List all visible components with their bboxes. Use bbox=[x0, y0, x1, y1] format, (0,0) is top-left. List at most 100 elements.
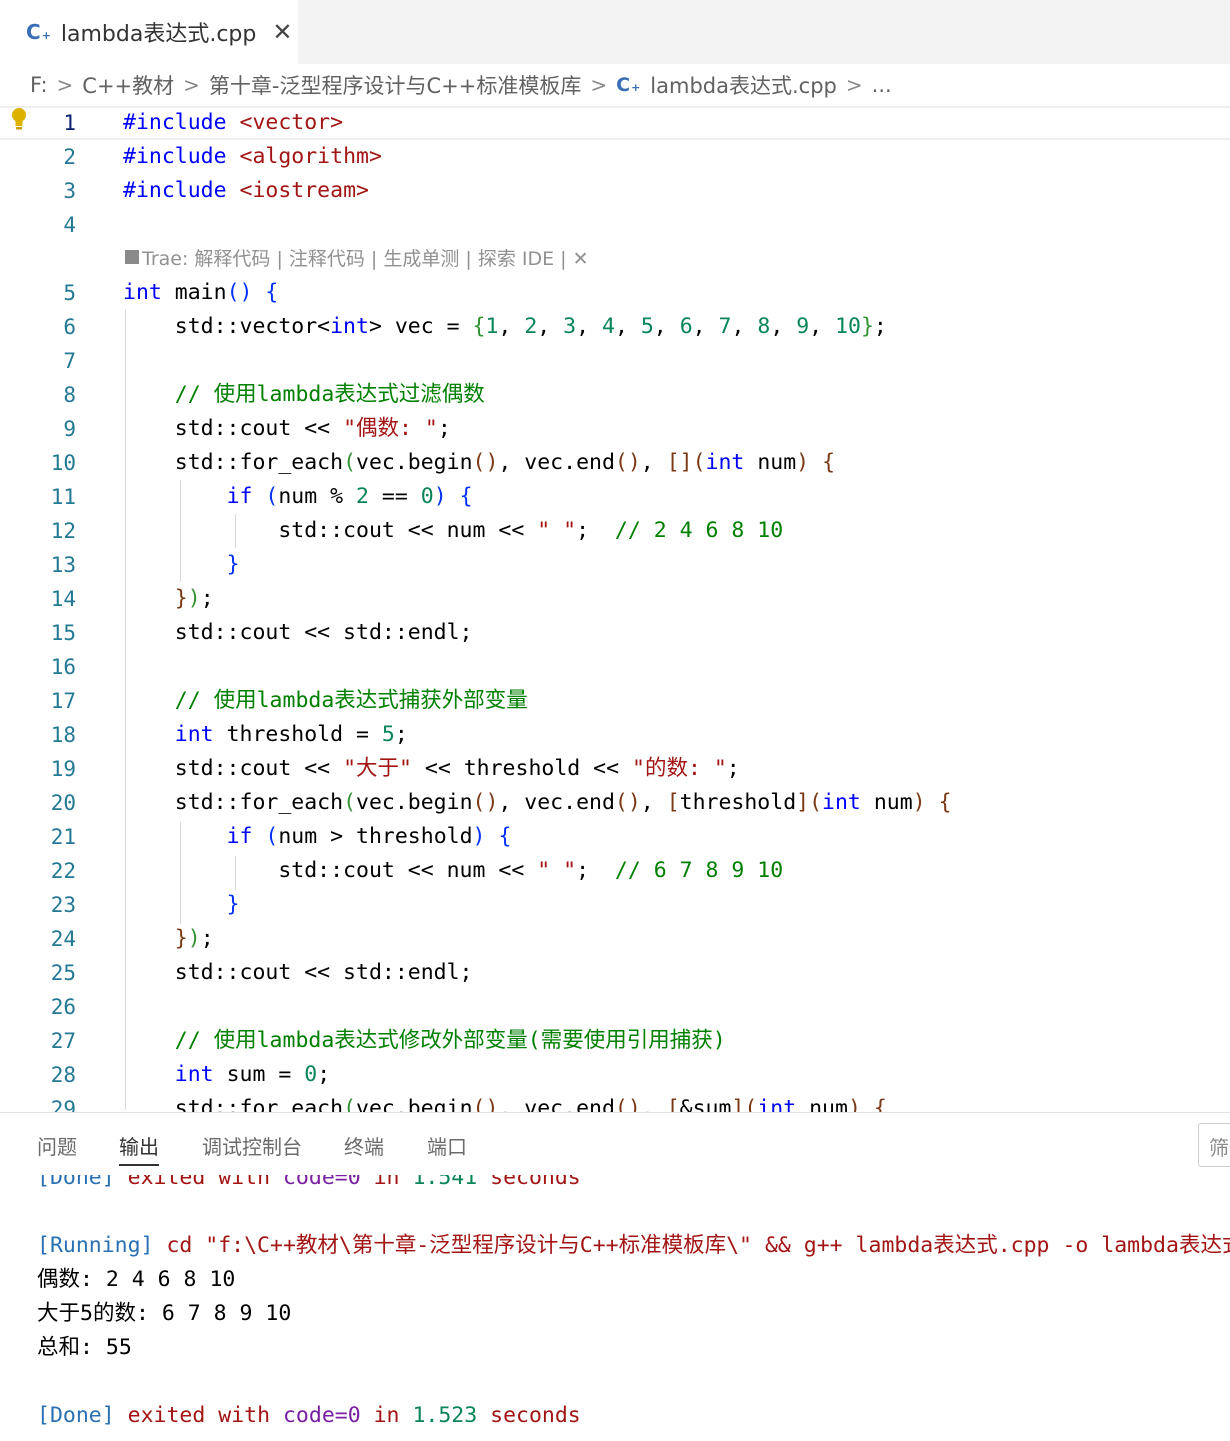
code-token: , bbox=[576, 314, 602, 339]
editor-tab-lambda-cpp[interactable]: C + lambda表达式.cpp ✕ bbox=[0, 0, 298, 64]
code-line[interactable]: 10 std::for_each(vec.begin(), vec.end(),… bbox=[0, 446, 1230, 480]
trae-codelens[interactable]: Trae: 解释代码 | 注释代码 | 生成单测 | 探索 IDE | ✕ bbox=[125, 242, 589, 272]
breadcrumb-item-folder[interactable]: C++教材 bbox=[82, 70, 174, 100]
code-token: , bbox=[640, 450, 667, 475]
tab-terminal[interactable]: 终端 bbox=[344, 1131, 384, 1160]
code-line[interactable]: 14 }); bbox=[0, 582, 1230, 616]
code-text[interactable]: std::cout << "偶数: "; bbox=[123, 412, 451, 446]
code-text[interactable]: std::cout << "大于" << threshold << "的数: "… bbox=[123, 752, 740, 786]
output-filter-input[interactable]: 筛 bbox=[1198, 1123, 1230, 1167]
code-token: int bbox=[174, 722, 214, 747]
code-line[interactable]: 29 std::for_each(vec.begin(), vec.end(),… bbox=[0, 1092, 1230, 1112]
code-text[interactable]: if (num % 2 == 0) { bbox=[123, 480, 473, 514]
tab-ports[interactable]: 端口 bbox=[427, 1131, 467, 1160]
code-line[interactable]: 25 std::cout << std::endl; bbox=[0, 956, 1230, 990]
output-token: 偶数: 2 4 6 8 10 bbox=[37, 1267, 236, 1292]
code-line[interactable]: 6 std::vector<int> vec = {1, 2, 3, 4, 5,… bbox=[0, 310, 1230, 344]
code-text[interactable]: #include <algorithm> bbox=[123, 140, 382, 174]
code-line[interactable]: 23 } bbox=[0, 888, 1230, 922]
line-number: 19 bbox=[50, 757, 76, 781]
breadcrumb-item-drive[interactable]: F: bbox=[30, 73, 48, 97]
panel-tab-bar: 问题 输出 调试控制台 终端 端口 筛 bbox=[0, 1113, 1230, 1175]
code-token: () bbox=[472, 790, 499, 815]
code-line[interactable]: 7 bbox=[0, 344, 1230, 378]
line-number: 14 bbox=[50, 587, 76, 611]
output-token: exited bbox=[127, 1403, 206, 1428]
code-text[interactable]: std::cout << num << " "; // 6 7 8 9 10 bbox=[123, 854, 783, 888]
code-text[interactable]: int sum = 0; bbox=[123, 1058, 330, 1092]
code-text[interactable]: std::cout << std::endl; bbox=[123, 956, 473, 990]
code-line[interactable]: 18 int threshold = 5; bbox=[0, 718, 1230, 752]
code-line[interactable]: 21 if (num > threshold) { bbox=[0, 820, 1230, 854]
code-token: // 6 7 8 9 10 bbox=[614, 858, 784, 883]
code-line[interactable]: 19 std::cout << "大于" << threshold << "的数… bbox=[0, 752, 1230, 786]
codelens-actions[interactable]: Trae: 解释代码 | 注释代码 | 生成单测 | 探索 IDE | ✕ bbox=[142, 244, 589, 271]
code-line[interactable]: 17 // 使用lambda表达式捕获外部变量 bbox=[0, 684, 1230, 718]
output-token bbox=[205, 1403, 218, 1428]
code-text[interactable]: }); bbox=[123, 582, 214, 616]
code-text[interactable]: } bbox=[123, 888, 240, 922]
code-text[interactable]: #include <vector> bbox=[123, 108, 343, 138]
code-text[interactable]: // 使用lambda表达式捕获外部变量 bbox=[123, 684, 528, 718]
code-line[interactable]: 5 int main() { bbox=[0, 276, 1230, 310]
code-token: ) bbox=[796, 450, 810, 475]
code-text[interactable]: }); bbox=[123, 922, 214, 956]
code-text[interactable]: std::cout << std::endl; bbox=[123, 616, 473, 650]
breadcrumb-item-symbols[interactable]: ... bbox=[872, 73, 892, 97]
code-text[interactable]: #include <iostream> bbox=[123, 174, 369, 208]
code-line[interactable]: 11 if (num % 2 == 0) { bbox=[0, 480, 1230, 514]
code-text[interactable]: std::for_each(vec.begin(), vec.end(), [t… bbox=[123, 786, 952, 820]
code-line[interactable]: 1 #include <vector> bbox=[0, 106, 1230, 140]
code-text[interactable]: std::vector<int> vec = {1, 2, 3, 4, 5, 6… bbox=[123, 310, 887, 344]
line-number: 22 bbox=[50, 859, 76, 883]
line-number: 23 bbox=[50, 893, 76, 917]
code-token: num bbox=[796, 1096, 848, 1112]
code-token: { bbox=[472, 314, 486, 339]
code-text[interactable]: } bbox=[123, 548, 240, 582]
tab-problems[interactable]: 问题 bbox=[37, 1131, 77, 1160]
bottom-panel: 问题 输出 调试控制台 终端 端口 筛 [Done] exited with c… bbox=[0, 1112, 1230, 1440]
code-line[interactable]: 15 std::cout << std::endl; bbox=[0, 616, 1230, 650]
code-token: // 使用lambda表达式过滤偶数 bbox=[123, 382, 485, 407]
indent-guide bbox=[125, 310, 126, 1110]
code-line[interactable]: 9 std::cout << "偶数: "; bbox=[0, 412, 1230, 446]
code-token: 0 bbox=[420, 484, 434, 509]
code-text[interactable]: // 使用lambda表达式修改外部变量(需要使用引用捕获) bbox=[123, 1024, 726, 1058]
close-icon[interactable]: ✕ bbox=[272, 18, 292, 46]
code-text[interactable]: int main() { bbox=[123, 276, 278, 310]
output-token: [Done] bbox=[37, 1175, 115, 1190]
code-line[interactable]: 3 #include <iostream> bbox=[0, 174, 1230, 208]
code-line[interactable]: 2 #include <algorithm> bbox=[0, 140, 1230, 174]
code-line[interactable]: 20 std::for_each(vec.begin(), vec.end(),… bbox=[0, 786, 1230, 820]
tab-debug-console[interactable]: 调试控制台 bbox=[202, 1131, 302, 1160]
code-line[interactable]: 22 std::cout << num << " "; // 6 7 8 9 1… bbox=[0, 854, 1230, 888]
editor-tab-bar: C + lambda表达式.cpp ✕ bbox=[0, 0, 1230, 64]
code-line[interactable]: 24 }); bbox=[0, 922, 1230, 956]
code-line[interactable]: 4 bbox=[0, 208, 1230, 242]
code-line[interactable]: 13 } bbox=[0, 548, 1230, 582]
code-text[interactable]: // 使用lambda表达式过滤偶数 bbox=[123, 378, 485, 412]
code-line[interactable]: 12 std::cout << num << " "; // 2 4 6 8 1… bbox=[0, 514, 1230, 548]
breadcrumb-item-file[interactable]: lambda表达式.cpp bbox=[650, 70, 837, 100]
code-line[interactable]: 26 bbox=[0, 990, 1230, 1024]
code-text[interactable]: std::cout << num << " "; // 2 4 6 8 10 bbox=[123, 514, 783, 548]
code-editor[interactable]: Trae: 解释代码 | 注释代码 | 生成单测 | 探索 IDE | ✕ 1 #… bbox=[0, 106, 1230, 1112]
code-text[interactable]: int threshold = 5; bbox=[123, 718, 408, 752]
code-line[interactable]: 16 bbox=[0, 650, 1230, 684]
breadcrumb: F: > C++教材 > 第十章-泛型程序设计与C++标准模板库 > C + la… bbox=[0, 64, 1230, 106]
code-text[interactable]: std::for_each(vec.begin(), vec.end(), [&… bbox=[123, 1092, 887, 1112]
line-number: 4 bbox=[63, 213, 76, 237]
code-token: ) bbox=[433, 484, 447, 509]
tab-output[interactable]: 输出 bbox=[119, 1131, 159, 1166]
code-line[interactable]: 28 int sum = 0; bbox=[0, 1058, 1230, 1092]
code-token: } bbox=[860, 314, 874, 339]
output-token bbox=[205, 1175, 218, 1190]
code-line[interactable]: 8 // 使用lambda表达式过滤偶数 bbox=[0, 378, 1230, 412]
code-token: std::for_each bbox=[123, 1096, 344, 1112]
code-text[interactable]: std::for_each(vec.begin(), vec.end(), []… bbox=[123, 446, 835, 480]
code-line[interactable]: 27 // 使用lambda表达式修改外部变量(需要使用引用捕获) bbox=[0, 1024, 1230, 1058]
breadcrumb-item-chapter[interactable]: 第十章-泛型程序设计与C++标准模板库 bbox=[209, 70, 581, 100]
code-text[interactable]: if (num > threshold) { bbox=[123, 820, 512, 854]
output-token: seconds bbox=[490, 1403, 581, 1428]
line-number: 17 bbox=[50, 689, 76, 713]
